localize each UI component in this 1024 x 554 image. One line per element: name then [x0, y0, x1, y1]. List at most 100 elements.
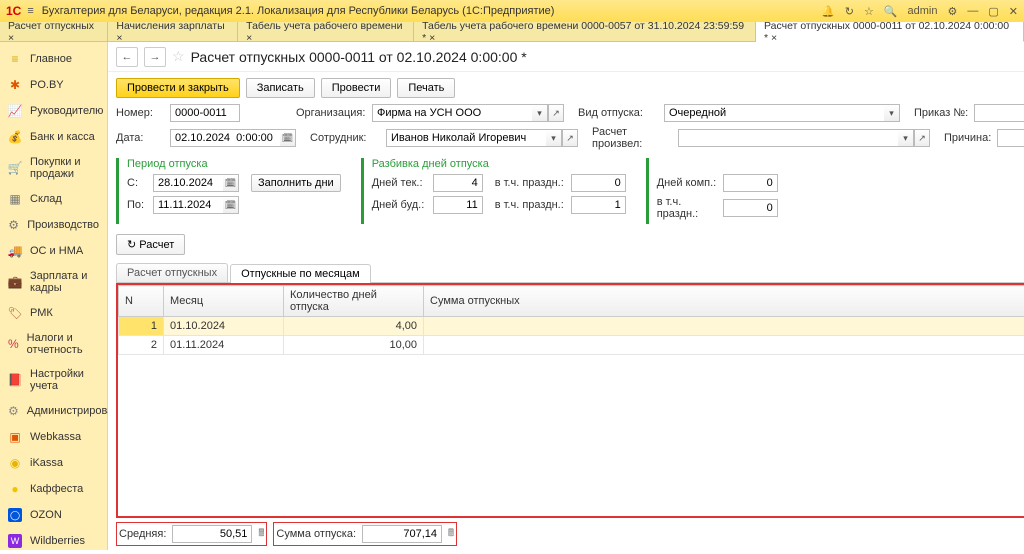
forward-button[interactable]: →	[144, 47, 166, 67]
print-button[interactable]: Печать	[397, 78, 455, 98]
save-button[interactable]: Записать	[246, 78, 315, 98]
emp-label: Сотрудник:	[310, 132, 380, 144]
sidebar-item-manager[interactable]: 📈Руководителю	[0, 98, 107, 124]
from-input[interactable]	[153, 174, 223, 192]
sidebar-item-prod[interactable]: ⚙Производство	[0, 212, 107, 238]
sidebar-item-sales[interactable]: 🛒Покупки и продажи	[0, 150, 107, 186]
page-header: ← → ☆ Расчет отпускных 0000-0011 от 02.1…	[108, 42, 1024, 72]
ozon-icon: ◯	[8, 508, 22, 522]
maximize-icon[interactable]: ▢	[988, 5, 998, 18]
calendar-icon[interactable]: 🗓	[280, 129, 296, 147]
number-input[interactable]	[170, 104, 240, 122]
post-close-button[interactable]: Провести и закрыть	[116, 78, 240, 98]
col-days[interactable]: Количество дней отпуска	[284, 286, 424, 317]
sidebar-item-tax[interactable]: %Налоги и отчетность	[0, 326, 107, 362]
open-icon[interactable]: ↗	[914, 129, 930, 147]
percent-icon: %	[8, 337, 19, 351]
org-input[interactable]	[372, 104, 532, 122]
settings-icon[interactable]: ⚙	[948, 5, 958, 18]
user-label[interactable]: admin	[908, 5, 938, 17]
fill-days-button[interactable]: Заполнить дни	[251, 174, 341, 192]
days-next-label: Дней буд.:	[372, 199, 427, 211]
calculator-icon[interactable]: 🖩	[448, 526, 454, 543]
grid-icon: ▦	[8, 192, 22, 206]
open-icon[interactable]: ↗	[548, 104, 564, 122]
star-icon[interactable]: ☆	[864, 5, 874, 18]
sidebar-item-wb[interactable]: WWildberries	[0, 528, 107, 554]
search-icon[interactable]: 🔍	[884, 5, 898, 18]
table-row[interactable]: 2 01.11.2024 10,00 505,10	[119, 336, 1024, 355]
sum-label: Сумма отпуска:	[276, 528, 356, 540]
org-label: Организация:	[296, 107, 366, 119]
order-input[interactable]	[974, 104, 1024, 122]
calendar-icon[interactable]: 🗓	[223, 196, 239, 214]
avg-input[interactable]	[172, 525, 252, 543]
sum-input[interactable]	[362, 525, 442, 543]
tab-2[interactable]: Табель учета рабочего времени ×	[238, 22, 414, 41]
hol-cur-input[interactable]	[571, 174, 626, 192]
tab-4[interactable]: Расчет отпускных 0000-0011 от 02.10.2024…	[756, 22, 1024, 42]
tab-1[interactable]: Начисления зарплаты ×	[108, 22, 238, 41]
home-icon: ≡	[8, 52, 22, 66]
sidebar-item-rmk[interactable]: 🏷РМК	[0, 300, 107, 326]
sidebar-item-settings[interactable]: 📕Настройки учета	[0, 362, 107, 398]
post-button[interactable]: Провести	[321, 78, 392, 98]
col-n[interactable]: N	[119, 286, 164, 317]
subtab-months[interactable]: Отпускные по месяцам	[230, 264, 371, 283]
kind-input[interactable]	[664, 104, 884, 122]
breakdown-group: Разбивка дней отпуска Дней тек.: в т.ч. …	[361, 158, 634, 224]
subtab-calc[interactable]: Расчет отпускных	[116, 263, 228, 282]
days-cur-input[interactable]	[433, 174, 483, 192]
history-icon[interactable]: ↻	[845, 5, 854, 18]
table-row[interactable]: 1 01.10.2024 4,00 202,04	[119, 317, 1024, 336]
to-input[interactable]	[153, 196, 223, 214]
calculator-icon[interactable]: 🖩	[258, 526, 264, 543]
sidebar-item-ikassa[interactable]: ◉iKassa	[0, 450, 107, 476]
hol-comp-input[interactable]	[723, 199, 778, 217]
menu-icon[interactable]: ≡	[27, 5, 33, 17]
emp-input[interactable]	[386, 129, 546, 147]
dropdown-icon[interactable]: ▾	[884, 104, 900, 122]
sidebar-item-assets[interactable]: 🚚ОС и НМА	[0, 238, 107, 264]
subtabs: Расчет отпускных Отпускные по месяцам	[116, 263, 1024, 283]
sidebar-item-stock[interactable]: ▦Склад	[0, 186, 107, 212]
tab-0[interactable]: Расчет отпускных ×	[0, 22, 108, 41]
col-month[interactable]: Месяц	[164, 286, 284, 317]
truck-icon: 🚚	[8, 244, 22, 258]
reason-input[interactable]	[997, 129, 1024, 147]
days-next-input[interactable]	[433, 196, 483, 214]
calc-input[interactable]	[678, 129, 898, 147]
minimize-icon[interactable]: —	[967, 5, 978, 17]
tag-icon: 🏷	[8, 306, 22, 320]
period-title: Период отпуска	[127, 158, 341, 170]
bell-icon[interactable]: 🔔	[821, 5, 835, 18]
days-comp-input[interactable]	[723, 174, 778, 192]
kaffesta-icon: ●	[8, 482, 22, 496]
calculate-button[interactable]: ↻ Расчет	[116, 234, 185, 255]
date-input[interactable]	[170, 129, 280, 147]
sidebar-item-bank[interactable]: 💰Банк и касса	[0, 124, 107, 150]
dropdown-icon[interactable]: ▾	[898, 129, 914, 147]
sidebar-item-poby[interactable]: ✱PO.BY	[0, 72, 107, 98]
wildberries-icon: W	[8, 534, 22, 548]
favorite-icon[interactable]: ☆	[172, 48, 185, 65]
hol-next-label: в т.ч. праздн.:	[495, 199, 565, 211]
back-button[interactable]: ←	[116, 47, 138, 67]
sidebar-item-main[interactable]: ≡Главное	[0, 46, 107, 72]
open-icon[interactable]: ↗	[562, 129, 578, 147]
calendar-icon[interactable]: 🗓	[223, 174, 239, 192]
chart-icon: 📈	[8, 104, 22, 118]
grid: N Месяц Количество дней отпуска Сумма от…	[116, 283, 1024, 518]
briefcase-icon: 💼	[8, 275, 22, 289]
dropdown-icon[interactable]: ▾	[546, 129, 562, 147]
sidebar-item-salary[interactable]: 💼Зарплата и кадры	[0, 264, 107, 300]
close-icon[interactable]: ✕	[1009, 5, 1018, 18]
sidebar-item-kaffesta[interactable]: ●Каффеста	[0, 476, 107, 502]
sidebar-item-ozon[interactable]: ◯OZON	[0, 502, 107, 528]
col-sum[interactable]: Сумма отпускных	[424, 286, 1024, 317]
tab-3[interactable]: Табель учета рабочего времени 0000-0057 …	[414, 22, 756, 41]
sidebar-item-webkassa[interactable]: ▣Webkassa	[0, 424, 107, 450]
sidebar-item-admin[interactable]: ⚙Администрирование	[0, 398, 107, 424]
dropdown-icon[interactable]: ▾	[532, 104, 548, 122]
hol-next-input[interactable]	[571, 196, 626, 214]
